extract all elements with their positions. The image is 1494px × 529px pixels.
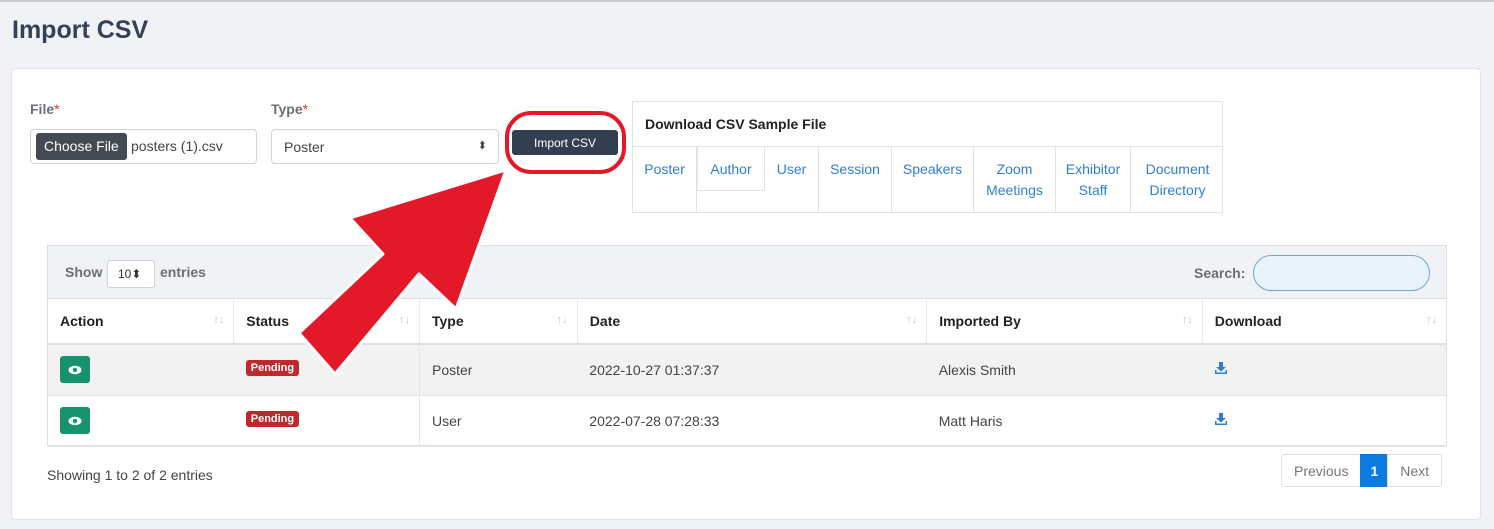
column-header-action[interactable]: Action ↑↓ [48, 299, 235, 345]
download-cell [1202, 395, 1446, 447]
sample-link-author[interactable]: Author [697, 147, 765, 191]
file-input[interactable]: Choose File posters (1).csv [30, 129, 257, 164]
pagination: Previous 1 Next [1281, 454, 1443, 487]
sample-link-session[interactable]: Session [819, 147, 892, 213]
required-mark: * [302, 101, 309, 117]
eye-icon [68, 416, 82, 426]
download-icon[interactable] [1214, 412, 1228, 429]
pagination-previous[interactable]: Previous [1281, 454, 1362, 487]
search-input[interactable] [1253, 255, 1430, 291]
sample-link-poster[interactable]: Poster [633, 147, 697, 213]
sort-icon: ↑↓ [213, 314, 225, 326]
sort-icon: ↑↓ [1181, 314, 1193, 326]
date-cell: 2022-07-28 07:28:33 [577, 395, 927, 447]
sample-files-box: Download CSV Sample File Poster Author U… [632, 101, 1223, 213]
type-select[interactable]: Poster ⬍ [271, 129, 499, 164]
sample-link-user[interactable]: User [765, 147, 819, 213]
action-cell [48, 395, 234, 447]
import-csv-button[interactable]: Import CSV [512, 130, 618, 155]
column-header-imported-by[interactable]: Imported By ↑↓ [926, 299, 1203, 345]
status-badge: Pending [245, 410, 300, 427]
column-header-date[interactable]: Date ↑↓ [577, 299, 928, 345]
page-length-select[interactable]: 10⬍ [107, 260, 155, 288]
view-button[interactable] [60, 407, 90, 434]
sample-link-speakers[interactable]: Speakers [892, 147, 974, 213]
imported-by-cell: Matt Haris [926, 395, 1203, 447]
select-arrow-icon: ⬍ [477, 140, 487, 152]
sort-icon: ↑↓ [1426, 314, 1437, 326]
imports-table: Action ↑↓ Status ↑↓ Type ↑↓ Date ↑↓ Imported… [48, 299, 1446, 447]
file-label: File* [30, 101, 60, 117]
sample-link-exhibitor-staff[interactable]: Exhibitor Staff [1056, 147, 1131, 213]
type-cell: Poster [419, 344, 578, 396]
type-cell: User [419, 395, 578, 447]
sample-link-document-directory[interactable]: Document Directory [1131, 147, 1224, 213]
page-title: Import CSV [12, 16, 149, 44]
view-button[interactable] [60, 356, 90, 384]
sort-icon: ↑↓ [556, 314, 568, 326]
imports-table-panel: Show 10⬍ entries Search: Action ↑↓ Status… [47, 245, 1447, 447]
status-cell: Pending [233, 395, 420, 447]
table-info: Showing 1 to 2 of 2 entries [47, 467, 213, 483]
sample-link-zoom-meetings[interactable]: Zoom Meetings [974, 147, 1056, 213]
import-card: File* Choose File posters (1).csv Type* … [11, 68, 1481, 520]
required-mark: * [54, 101, 60, 117]
choose-file-button[interactable]: Choose File [36, 133, 127, 160]
sort-icon: ↑↓ [399, 314, 410, 326]
status-badge: Pending [245, 360, 300, 376]
column-header-type[interactable]: Type ↑↓ [419, 299, 578, 345]
select-arrow-icon: ⬍ [131, 267, 142, 281]
sample-files-title: Download CSV Sample File [633, 102, 1222, 147]
download-icon[interactable] [1214, 361, 1228, 378]
imported-by-cell: Alexis Smith [926, 344, 1203, 396]
type-label: Type* [271, 101, 309, 117]
entries-label: entries [160, 264, 206, 280]
pagination-next[interactable]: Next [1387, 454, 1443, 487]
type-select-value: Poster [284, 139, 325, 155]
table-header-row: Action ↑↓ Status ↑↓ Type ↑↓ Date ↑↓ Imported… [48, 299, 1446, 345]
table-toolbar: Show 10⬍ entries Search: [48, 246, 1446, 299]
search-label: Search: [1194, 265, 1246, 281]
date-cell: 2022-10-27 01:37:37 [577, 344, 927, 396]
action-cell [48, 344, 234, 396]
column-header-download[interactable]: Download ↑↓ [1202, 299, 1446, 345]
download-cell [1202, 344, 1446, 396]
file-name: posters (1).csv [131, 138, 223, 154]
table-row: Pending User 2022-07-28 07:28:33 Matt Ha… [48, 395, 1446, 447]
pagination-page-1[interactable]: 1 [1360, 454, 1389, 487]
eye-icon [68, 365, 82, 375]
show-label: Show [65, 264, 103, 280]
status-cell: Pending [233, 344, 420, 396]
table-row: Pending Poster 2022-10-27 01:37:37 Alexi… [48, 344, 1446, 396]
sort-icon: ↑↓ [906, 314, 918, 326]
column-header-status[interactable]: Status ↑↓ [233, 299, 420, 345]
